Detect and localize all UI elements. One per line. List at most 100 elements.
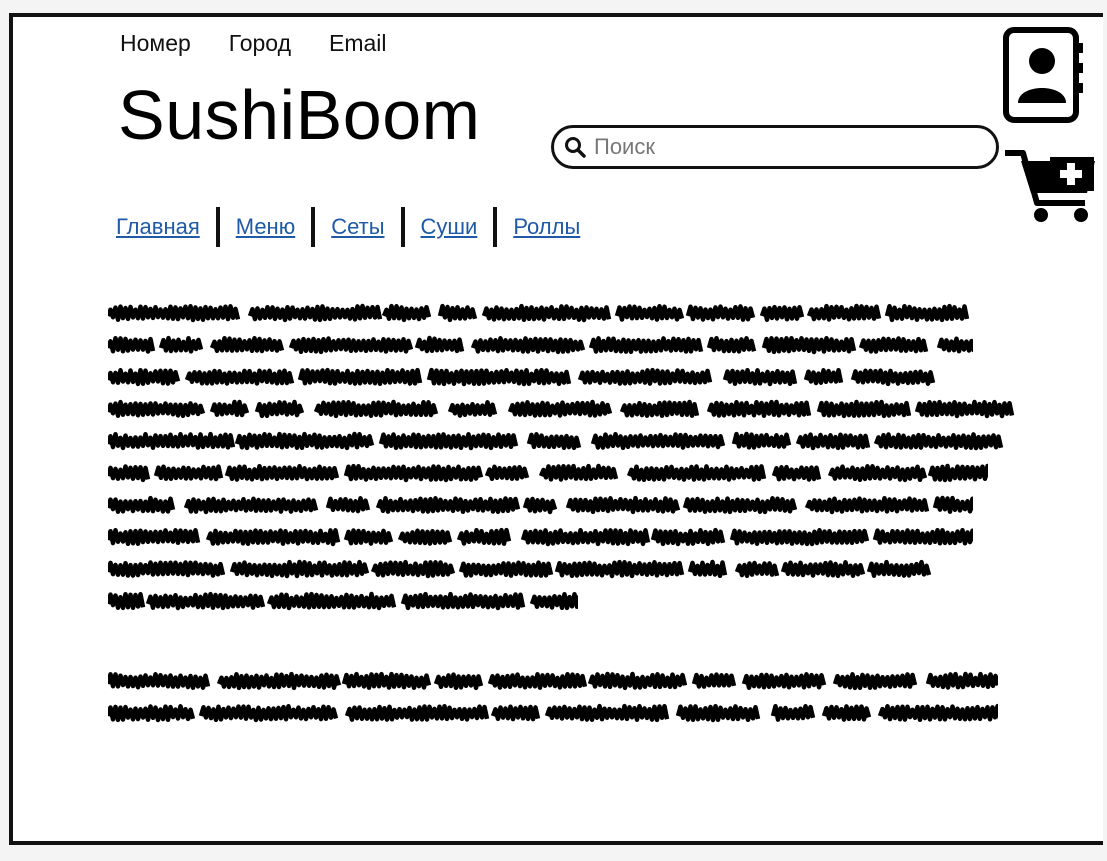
scribble-word (771, 464, 822, 482)
scribble-word (437, 303, 478, 323)
scribble-word (108, 464, 151, 483)
scribble-word (229, 559, 370, 579)
scribble-word (370, 559, 456, 579)
scribble-word (108, 591, 146, 611)
scribble-word (770, 703, 816, 722)
scribble-word (832, 672, 918, 691)
scribble-word (520, 527, 651, 547)
scribble-word (254, 399, 305, 419)
scribble-word (884, 303, 970, 323)
nav-item-rolls[interactable]: Роллы (513, 214, 580, 240)
nav-item-sushi[interactable]: Суши (421, 214, 478, 240)
scribble-word (675, 703, 761, 723)
scribble-word (927, 463, 988, 483)
scribble-word (722, 367, 798, 387)
scribble-word (288, 336, 414, 355)
scribble-word (341, 671, 432, 690)
scribble-word (205, 528, 341, 547)
scribble-word (325, 496, 371, 514)
scribble-word (313, 399, 439, 419)
placeholder-paragraph-1 (108, 296, 1018, 616)
contact-phone[interactable]: Номер (120, 30, 191, 57)
scribble-text-line (108, 495, 973, 515)
scribble-word (108, 527, 201, 547)
nav-item-home[interactable]: Главная (116, 214, 200, 240)
scribble-word (507, 399, 613, 418)
scribble-word (706, 335, 757, 354)
scribble-word (873, 432, 1004, 451)
scribble-word (266, 591, 397, 611)
scribble-word (487, 671, 588, 690)
scribble-word (216, 671, 342, 691)
scribble-word (247, 303, 383, 323)
add-to-cart-icon[interactable] (1003, 147, 1098, 225)
scribble-word (759, 304, 805, 322)
scribble-word (565, 495, 681, 515)
scribble-word (198, 703, 339, 723)
scribble-word (414, 335, 465, 354)
scribble-word (381, 303, 432, 323)
scribble-word (806, 303, 882, 322)
scribble-word (343, 463, 484, 483)
scribble-word (145, 591, 266, 611)
scribble-word (780, 560, 866, 579)
scribble-word (827, 464, 928, 483)
search-box[interactable] (551, 125, 999, 169)
scribble-word (614, 303, 685, 322)
scribble-word (590, 431, 726, 451)
contact-city[interactable]: Город (229, 30, 291, 57)
scribble-word (158, 335, 204, 354)
scribble-word (687, 559, 728, 579)
scribble-word (209, 399, 250, 418)
scribble-word (470, 336, 586, 355)
scribble-word (400, 591, 526, 611)
scribble-word (741, 672, 827, 690)
scribble-word (691, 672, 737, 689)
scribble-word (925, 671, 998, 690)
scribble-word (526, 432, 582, 451)
scribble-word (804, 495, 930, 515)
scribble-word (108, 367, 181, 387)
scribble-text-line (108, 527, 973, 547)
contact-email[interactable]: Email (329, 30, 387, 57)
scribble-word (795, 432, 871, 451)
contact-book-icon[interactable] (1003, 27, 1085, 123)
scribble-word (108, 399, 206, 419)
scribble-word (397, 528, 453, 546)
scribble-word (872, 527, 973, 546)
site-logo[interactable]: SushiBoom (118, 80, 480, 150)
scribble-word (481, 303, 612, 323)
scribble-text-line (108, 431, 1004, 451)
scribble-word (153, 464, 224, 482)
scribble-word (587, 671, 688, 691)
search-input[interactable] (592, 133, 976, 161)
scribble-word (577, 367, 713, 386)
scribble-word (108, 335, 156, 354)
search-icon[interactable] (564, 136, 586, 158)
scribble-word (490, 704, 541, 722)
scribble-word (761, 335, 857, 355)
scribble-word (731, 431, 792, 450)
scribble-word (685, 304, 756, 322)
nav-divider (311, 207, 316, 247)
scribble-text-line (108, 591, 578, 611)
nav-item-menu[interactable]: Меню (236, 214, 295, 240)
scribble-word (447, 400, 498, 418)
scribble-word (932, 495, 973, 514)
scribble-word (816, 399, 912, 419)
scribble-word (426, 367, 572, 387)
scribble-word (821, 704, 872, 722)
scribble-word (544, 703, 670, 723)
scribble-word (914, 399, 1015, 419)
scribble-text-line (108, 399, 1015, 419)
scribble-word (108, 560, 226, 578)
scribble-word (522, 496, 558, 515)
scribble-word (588, 336, 704, 355)
scribble-word (529, 591, 578, 611)
scribble-word (184, 368, 295, 386)
scribble-word (234, 431, 375, 451)
scribble-word (626, 464, 767, 483)
scribble-text-line (108, 335, 973, 355)
nav-item-sets[interactable]: Сеты (331, 214, 384, 240)
scribble-word (682, 496, 798, 515)
